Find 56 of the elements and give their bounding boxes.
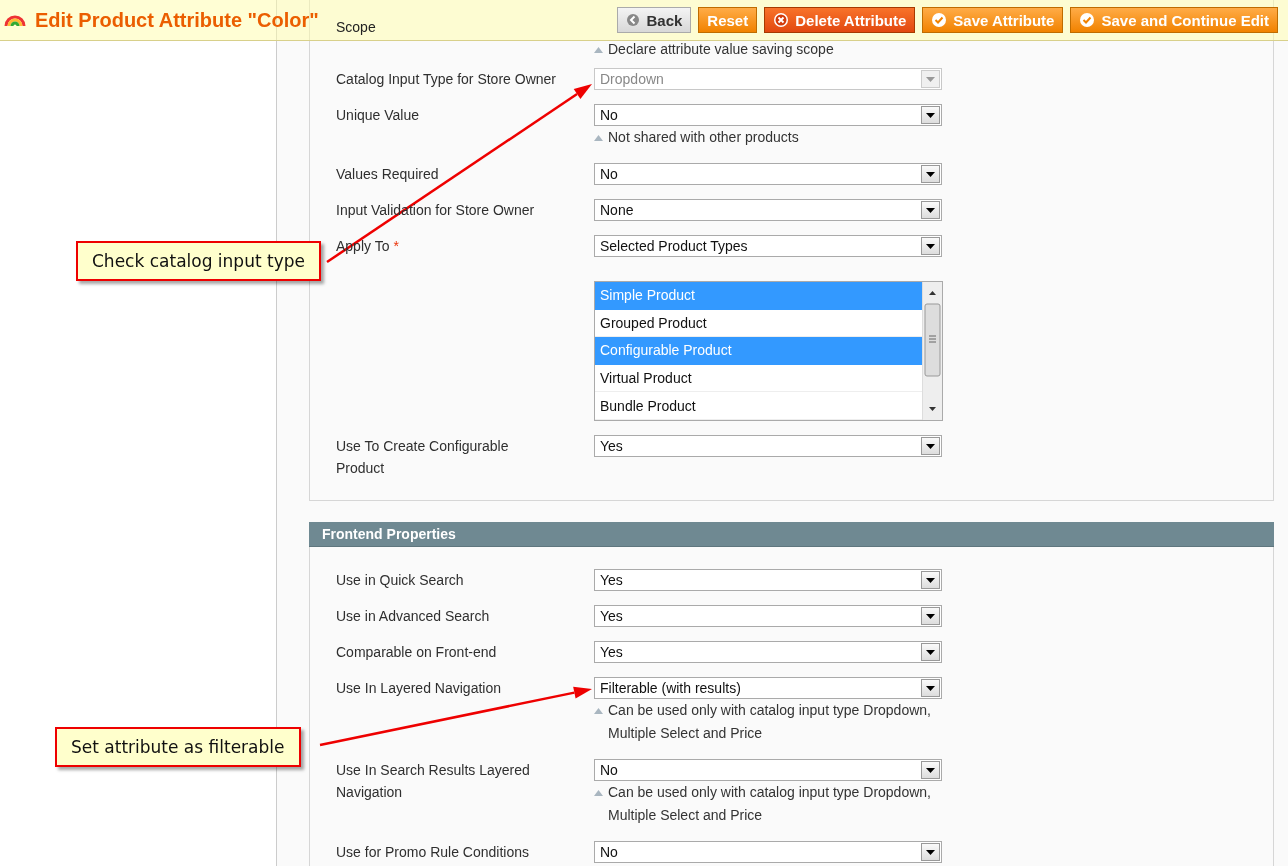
field-label: Use In Search Results Layered Navigation <box>336 762 530 800</box>
dropdown-field[interactable]: Yes <box>594 435 942 457</box>
dropdown-field[interactable]: Yes <box>594 569 942 591</box>
note-icon <box>594 708 603 714</box>
note-icon <box>594 135 603 141</box>
scrollbar[interactable] <box>922 282 942 420</box>
field-label: Unique Value <box>336 107 420 123</box>
caret-icon <box>921 106 940 124</box>
field-note: Not shared with other products <box>608 128 799 147</box>
close-icon <box>773 12 790 28</box>
caret-icon <box>921 843 940 861</box>
field-note: Can be used only with catalog input type Dropdown, Multiple Select and Price <box>608 783 932 825</box>
field-label: Use To Create Configurable Product <box>336 438 509 476</box>
field-note: Declare attribute value saving scope <box>608 40 834 59</box>
dropdown-field[interactable]: Selected Product Types <box>594 235 942 257</box>
section-header: Frontend Properties <box>309 522 1274 547</box>
dropdown-field[interactable]: Yes <box>594 605 942 627</box>
dropdown-field[interactable]: Filterable (with results) <box>594 677 942 699</box>
caret-icon <box>921 571 940 589</box>
check-icon <box>931 12 948 28</box>
caret-icon <box>921 761 940 779</box>
callout-note: Set attribute as filterable <box>55 727 301 767</box>
list-option[interactable]: Virtual Product <box>595 364 922 393</box>
caret-icon <box>921 70 940 88</box>
required-mark: * <box>393 238 399 254</box>
check-icon <box>1079 12 1096 28</box>
caret-icon <box>921 643 940 661</box>
callout-note: Check catalog input type <box>76 241 321 281</box>
field-label: Use in Quick Search <box>336 572 464 588</box>
field-label: Scope <box>336 19 376 35</box>
dropdown-field[interactable]: None <box>594 199 942 221</box>
field-label: Use in Advanced Search <box>336 608 490 624</box>
page-title: Edit Product Attribute "Color" <box>35 8 319 32</box>
field-label: Catalog Input Type for Store Owner <box>336 71 556 87</box>
caret-icon <box>921 679 940 697</box>
field-label: Use In Layered Navigation <box>336 680 501 696</box>
caret-icon <box>921 201 940 219</box>
field-label: Comparable on Front-end <box>336 644 497 660</box>
note-icon <box>594 790 603 796</box>
list-option[interactable]: Bundle Product <box>595 392 922 420</box>
note-icon <box>594 47 603 53</box>
rainbow-icon <box>4 14 26 26</box>
dropdown-field[interactable]: No <box>594 163 942 185</box>
caret-icon <box>921 165 940 183</box>
field-label: Values Required <box>336 166 439 182</box>
field-note: Can be used only with catalog input type Dropdown, Multiple Select and Price <box>608 701 932 743</box>
dropdown-field[interactable]: No <box>594 104 942 126</box>
product-type-list[interactable]: Simple Product Grouped Product Configurable Product Virtual Product Bundle Product <box>594 281 943 421</box>
header-button[interactable]: Back <box>617 7 692 33</box>
dropdown-field[interactable]: No <box>594 841 942 863</box>
field-label: Use for Promo Rule Conditions <box>336 844 529 860</box>
caret-icon <box>921 607 940 625</box>
dropdown-field[interactable]: No <box>594 759 942 781</box>
caret-icon <box>921 437 940 455</box>
dropdown-field[interactable]: Yes <box>594 641 942 663</box>
caret-icon <box>921 237 940 255</box>
